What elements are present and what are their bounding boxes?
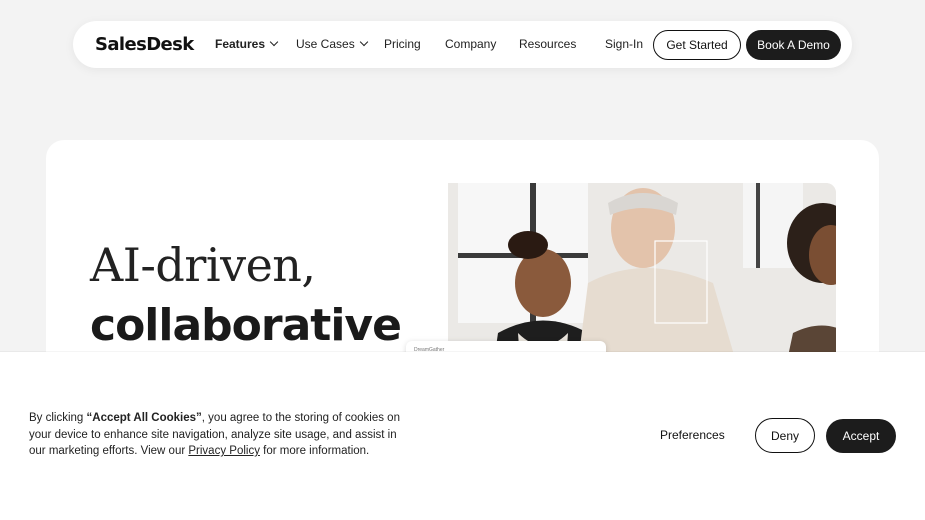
nav-use-cases[interactable]: Use Cases [296,37,368,51]
chevron-down-icon [269,37,279,47]
nav-features-label: Features [215,37,266,51]
get-started-button[interactable]: Get Started [653,30,741,60]
top-navbar: SalesDesk Features Use Cases Pricing Com… [73,21,852,68]
cookie-banner: By clicking “Accept All Cookies”, you ag… [0,352,925,520]
cookie-text-after: for more information. [259,445,370,457]
hero-heading-line2: collaborative [90,300,402,351]
nav-resources[interactable]: Resources [519,37,576,51]
chevron-down-icon [359,37,368,47]
preferences-button[interactable]: Preferences [660,428,725,442]
nav-pricing[interactable]: Pricing [384,37,421,51]
hero-heading-line1: AI-driven, [90,238,316,292]
book-demo-button[interactable]: Book A Demo [746,30,841,60]
cookie-message: By clicking “Accept All Cookies”, you ag… [29,410,414,460]
sign-in-link[interactable]: Sign-In [605,37,643,51]
salesdesk-logo[interactable]: SalesDesk [95,34,194,55]
deny-button[interactable]: Deny [755,418,815,453]
nav-use-cases-label: Use Cases [296,37,355,51]
accept-button[interactable]: Accept [826,419,896,453]
nav-company[interactable]: Company [445,37,496,51]
nav-features[interactable]: Features [215,37,279,51]
cookie-text-before: By clicking [29,412,87,424]
privacy-policy-link[interactable]: Privacy Policy [188,445,260,457]
cookie-text-bold: “Accept All Cookies” [86,412,202,424]
